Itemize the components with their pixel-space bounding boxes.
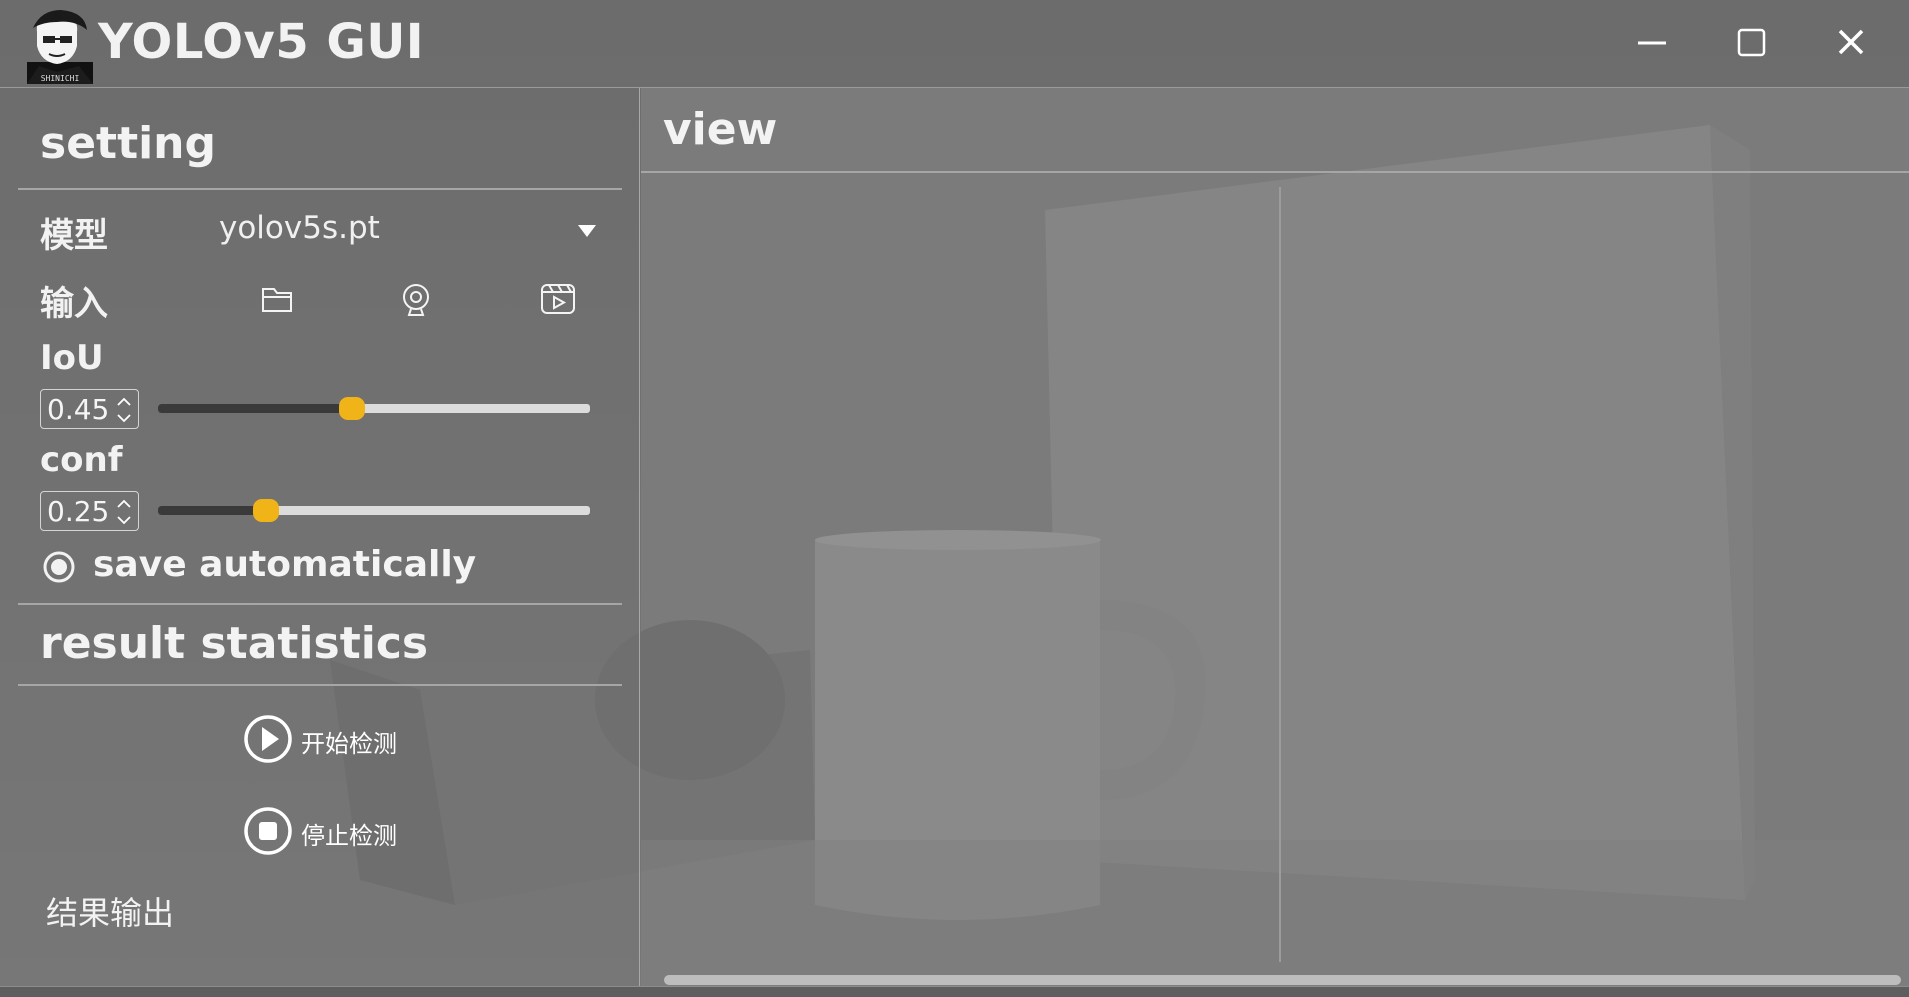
logo-text: SHINICHI xyxy=(41,74,80,83)
slider-fill xyxy=(158,404,352,413)
video-icon xyxy=(541,284,575,314)
save-automatically-radio[interactable] xyxy=(42,550,76,584)
view-panel: view xyxy=(641,88,1909,986)
video-file-button[interactable] xyxy=(535,276,581,322)
model-select[interactable]: yolov5s.pt xyxy=(205,204,605,258)
setting-divider xyxy=(18,188,622,190)
iou-slider[interactable] xyxy=(158,391,590,425)
conf-slider[interactable] xyxy=(158,493,590,527)
app-title: YOLOv5 GUI xyxy=(98,14,425,70)
save-automatically-label[interactable]: save automatically xyxy=(93,544,476,585)
spin-arrows-icon[interactable] xyxy=(116,395,132,425)
maximize-icon xyxy=(1737,28,1766,57)
result-statistics-header: result statistics xyxy=(40,618,429,669)
webcam-button[interactable] xyxy=(393,276,439,322)
start-detection-label: 开始检测 xyxy=(301,730,397,758)
model-value: yolov5s.pt xyxy=(219,210,380,246)
iou-label: IoU xyxy=(40,338,104,378)
result-output-label: 结果输出 xyxy=(46,894,175,932)
title-bar: SHINICHI YOLOv5 GUI xyxy=(0,0,1909,88)
chevron-down-icon xyxy=(578,225,596,237)
minimize-button[interactable] xyxy=(1624,18,1680,68)
close-button[interactable] xyxy=(1824,18,1880,68)
radio-dot xyxy=(51,559,67,575)
results-divider-top xyxy=(18,603,622,605)
conf-label: conf xyxy=(40,440,123,480)
model-label: 模型 xyxy=(40,216,108,256)
view-divider xyxy=(641,171,1909,173)
iou-value: 0.45 xyxy=(47,393,110,426)
folder-icon xyxy=(262,288,292,312)
stop-icon xyxy=(244,807,292,855)
open-folder-button[interactable] xyxy=(254,276,300,322)
slider-handle[interactable] xyxy=(339,397,365,420)
slider-handle[interactable] xyxy=(253,499,279,522)
results-divider xyxy=(18,684,622,686)
conf-spinbox[interactable]: 0.25 xyxy=(40,491,139,531)
play-icon xyxy=(244,715,292,763)
horizontal-scrollbar[interactable] xyxy=(664,975,1901,985)
maximize-button[interactable] xyxy=(1724,18,1780,68)
conf-value: 0.25 xyxy=(47,495,110,528)
minimize-icon xyxy=(1638,41,1666,45)
app-logo: SHINICHI xyxy=(27,10,93,84)
input-label: 输入 xyxy=(40,284,108,324)
iou-spinbox[interactable]: 0.45 xyxy=(40,389,139,429)
close-icon xyxy=(1838,29,1864,55)
webcam-icon xyxy=(403,284,429,316)
stop-detection-label: 停止检测 xyxy=(301,822,397,850)
slider-fill xyxy=(158,506,266,515)
setting-header: setting xyxy=(40,118,216,169)
status-bar xyxy=(0,986,1909,997)
settings-panel: setting 模型 yolov5s.pt 输入 IoU 0.45 conf 0… xyxy=(0,88,640,986)
view-splitter[interactable] xyxy=(1279,187,1281,962)
view-header: view xyxy=(663,104,778,155)
spin-arrows-icon[interactable] xyxy=(116,497,132,527)
